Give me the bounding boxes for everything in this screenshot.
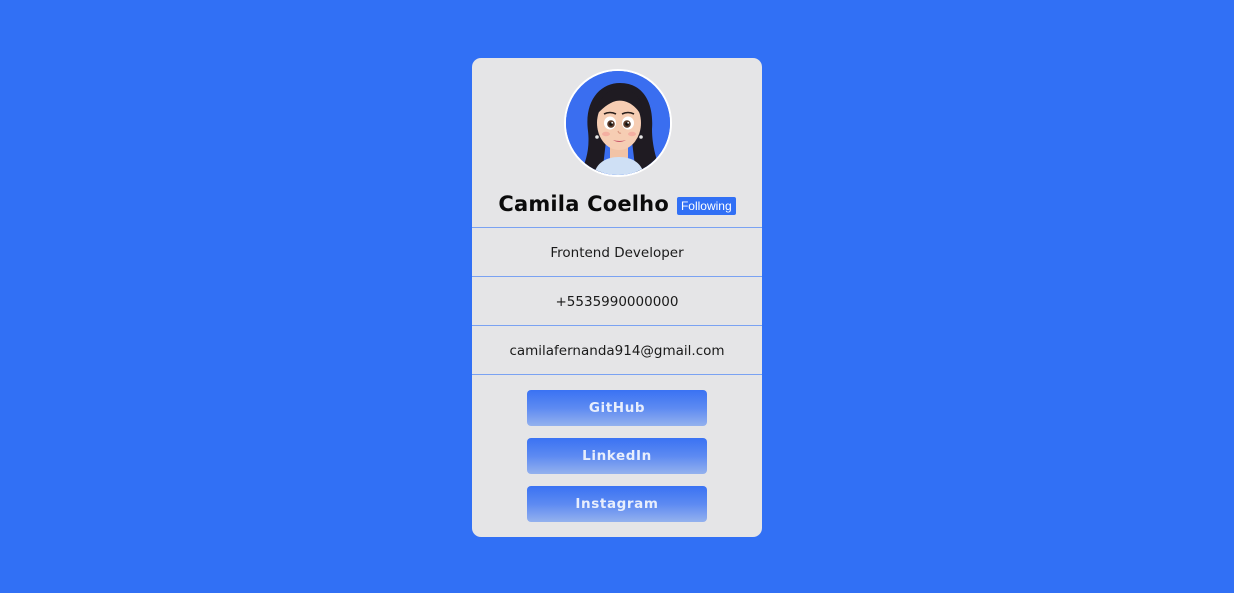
avatar — [564, 69, 672, 177]
linkedin-button[interactable]: LinkedIn — [527, 438, 707, 474]
divider — [472, 276, 762, 277]
role-text: Frontend Developer — [550, 245, 684, 261]
email-text: camilafernanda914@gmail.com — [509, 343, 725, 359]
instagram-button[interactable]: Instagram — [527, 486, 707, 522]
profile-name: Camila Coelho — [498, 192, 669, 216]
divider — [472, 374, 762, 375]
profile-card: Camila Coelho Following Frontend Develop… — [472, 58, 762, 537]
phone-text: +5535990000000 — [555, 294, 679, 310]
divider — [472, 227, 762, 228]
avatar-illustration-icon — [566, 71, 670, 175]
following-badge[interactable]: Following — [676, 197, 736, 215]
github-button[interactable]: GitHub — [527, 390, 707, 426]
divider — [472, 325, 762, 326]
name-row: Camila Coelho Following — [472, 189, 762, 219]
